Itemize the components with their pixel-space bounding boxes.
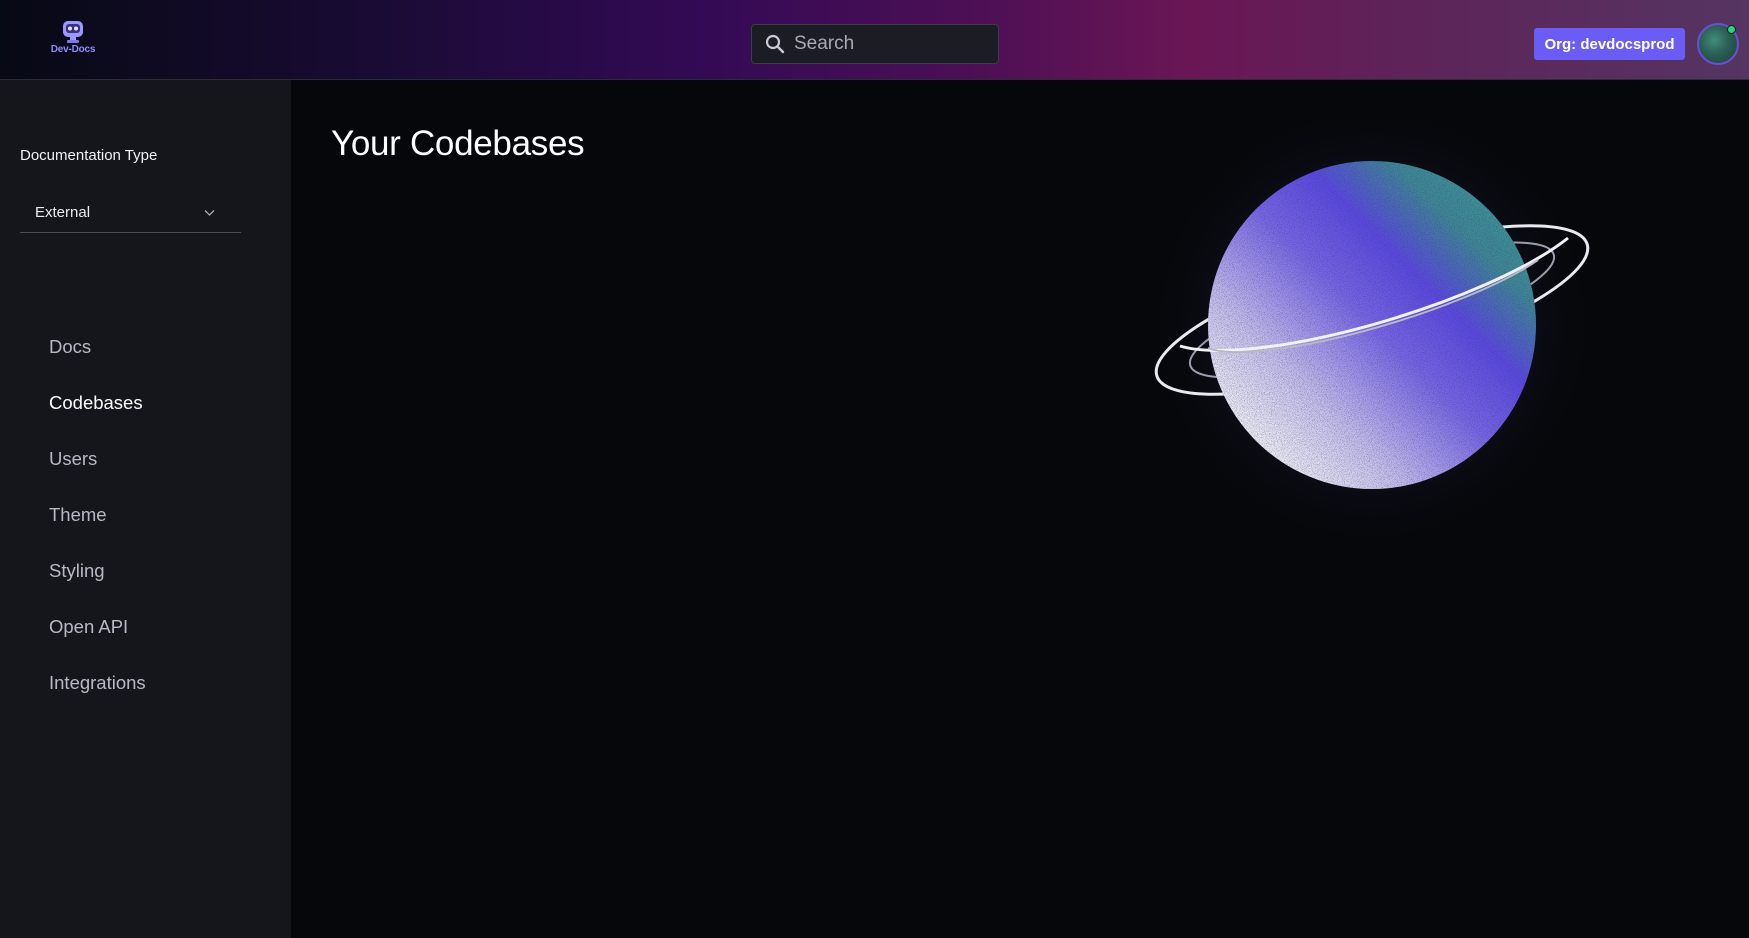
sidebar-item-users[interactable]: Users (49, 448, 97, 478)
planet-illustration (1142, 120, 1602, 555)
sidebar-item-styling[interactable]: Styling (49, 560, 105, 590)
search-icon (765, 34, 785, 54)
sidebar: Documentation Type External Docs Codebas… (0, 80, 291, 938)
doc-type-select[interactable]: External (20, 192, 241, 233)
search-input[interactable] (794, 33, 984, 55)
sidebar-item-open-api[interactable]: Open API (49, 616, 128, 646)
avatar[interactable] (1697, 23, 1739, 65)
sidebar-item-docs[interactable]: Docs (49, 336, 91, 366)
sidebar-item-theme[interactable]: Theme (49, 504, 107, 534)
sidebar-item-integrations[interactable]: Integrations (49, 672, 146, 702)
sidebar-item-codebases[interactable]: Codebases (49, 392, 143, 422)
doc-type-value: External (35, 203, 91, 221)
online-status-dot (1727, 25, 1736, 34)
top-header: Dev-Docs Org: devdocsprod (0, 0, 1749, 80)
org-button[interactable]: Org: devdocsprod (1534, 28, 1685, 60)
chevron-down-icon (204, 210, 215, 216)
robot-logo-icon (63, 21, 83, 43)
logo-text: Dev-Docs (50, 44, 96, 55)
search-bar[interactable] (751, 24, 999, 64)
page-title: Your Codebases (331, 124, 585, 163)
doc-type-label: Documentation Type (20, 147, 158, 164)
app-logo[interactable]: Dev-Docs (48, 18, 98, 62)
